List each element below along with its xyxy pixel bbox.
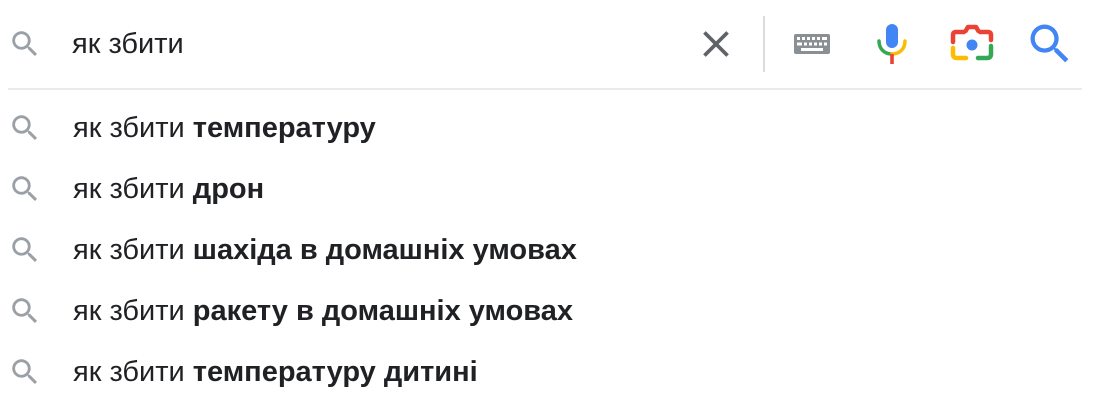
suggestion-completion: дрон bbox=[192, 173, 265, 205]
search-icon bbox=[8, 172, 42, 206]
search-icon bbox=[8, 355, 42, 389]
keyboard-button[interactable] bbox=[786, 18, 838, 70]
suggestion-item[interactable]: як збити температуру bbox=[0, 98, 1099, 159]
suggestion-item[interactable]: як збити дрон bbox=[0, 159, 1099, 220]
search-submit-button[interactable] bbox=[1024, 18, 1076, 70]
suggestion-completion: температуру bbox=[192, 112, 376, 144]
search-icon bbox=[8, 27, 42, 61]
suggestion-prefix: як збити bbox=[73, 173, 193, 205]
voice-search-button[interactable] bbox=[866, 18, 918, 70]
suggestion-completion: шахіда в домашніх умовах bbox=[192, 234, 577, 266]
toolbar-divider bbox=[763, 16, 765, 72]
camera-lens-icon bbox=[950, 24, 994, 61]
suggestion-text: як збити температуру bbox=[73, 111, 376, 145]
suggestion-prefix: як збити bbox=[73, 112, 193, 144]
clear-button[interactable] bbox=[694, 22, 738, 66]
lens-search-button[interactable] bbox=[946, 18, 998, 70]
suggestion-item[interactable]: як збити температуру дитині bbox=[0, 342, 1099, 403]
search-icon bbox=[8, 111, 42, 145]
suggestion-prefix: як збити bbox=[73, 295, 193, 327]
suggestion-item[interactable]: як збити ракету в домашніх умовах bbox=[0, 281, 1099, 342]
search-input[interactable] bbox=[72, 18, 672, 70]
suggestion-text: як збити температуру дитині bbox=[73, 355, 478, 389]
suggestion-text: як збити ракету в домашніх умовах bbox=[73, 294, 573, 328]
suggestion-completion: температуру дитині bbox=[192, 356, 478, 388]
suggestions-divider bbox=[8, 88, 1082, 90]
close-icon bbox=[703, 31, 729, 57]
microphone-icon bbox=[877, 24, 907, 64]
search-bar bbox=[0, 0, 1099, 88]
search-icon bbox=[8, 294, 42, 328]
keyboard-icon bbox=[794, 34, 830, 54]
search-icon bbox=[1030, 24, 1069, 63]
search-autocomplete-panel: як збити температуру як збити дрон як зб… bbox=[0, 0, 1099, 403]
suggestion-text: як збити дрон bbox=[73, 172, 264, 206]
search-icon bbox=[8, 233, 42, 267]
suggestion-prefix: як збити bbox=[73, 356, 193, 388]
suggestion-item[interactable]: як збити шахіда в домашніх умовах bbox=[0, 220, 1099, 281]
suggestion-prefix: як збити bbox=[73, 234, 193, 266]
suggestion-list: як збити температуру як збити дрон як зб… bbox=[0, 98, 1099, 403]
suggestion-text: як збити шахіда в домашніх умовах bbox=[73, 233, 577, 267]
suggestion-completion: ракету в домашніх умовах bbox=[192, 295, 573, 327]
